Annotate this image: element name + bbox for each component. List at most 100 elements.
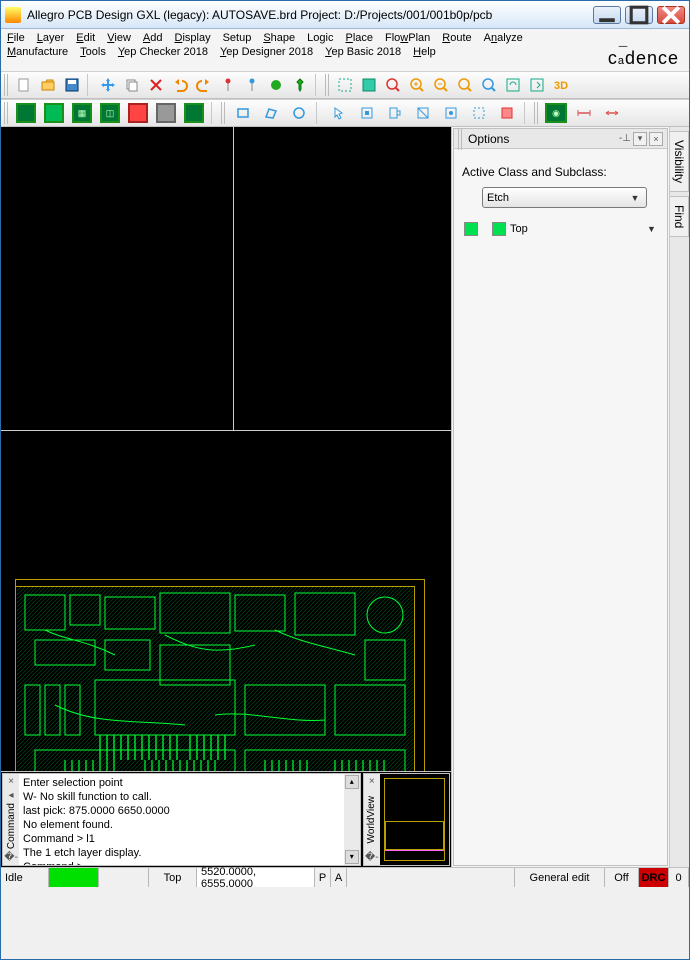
new-icon[interactable]	[13, 74, 35, 96]
pin-icon[interactable]: �-⁠	[4, 852, 18, 863]
add-circle-icon[interactable]	[286, 101, 312, 125]
edit-shape-2-icon[interactable]	[382, 101, 408, 125]
minimize-button[interactable]	[593, 6, 621, 24]
menu-manufacture[interactable]: Manufacture	[7, 45, 68, 59]
menu-yep-checker[interactable]: Yep Checker 2018	[118, 45, 208, 59]
dim-h-icon[interactable]	[571, 101, 597, 125]
toolbar-grip[interactable]	[221, 102, 226, 124]
tab-visibility[interactable]: Visibility	[670, 131, 689, 192]
zoom-window-icon[interactable]	[334, 74, 356, 96]
save-icon[interactable]	[61, 74, 83, 96]
redo-icon[interactable]	[193, 74, 215, 96]
shape-tool-7[interactable]	[181, 101, 207, 125]
toolbar-grip[interactable]	[4, 74, 9, 96]
chevron-down-icon: ▼	[628, 193, 642, 203]
subclass-dropdown[interactable]: Top ▼	[510, 223, 659, 235]
marker-green-icon[interactable]	[265, 74, 287, 96]
menu-place[interactable]: Place	[345, 31, 373, 45]
toolbar-grip[interactable]	[325, 74, 330, 96]
menu-setup[interactable]: Setup	[223, 31, 252, 45]
panel-close-icon[interactable]: ×	[649, 132, 663, 146]
menu-row-2: Manufacture Tools Yep Checker 2018 Yep D…	[7, 45, 683, 59]
undo-icon[interactable]	[169, 74, 191, 96]
command-log[interactable]: Enter selection point W- No skill functi…	[19, 774, 344, 865]
crosshair-vertical	[233, 127, 234, 430]
move-icon[interactable]	[97, 74, 119, 96]
close-button[interactable]	[657, 6, 685, 24]
add-rect-icon[interactable]	[230, 101, 256, 125]
menu-layer[interactable]: Layer	[37, 31, 65, 45]
toolbar-grip[interactable]	[534, 102, 539, 124]
status-drc[interactable]: DRC	[639, 868, 669, 887]
tab-find[interactable]: Find	[670, 196, 689, 237]
zoom-prev-icon[interactable]	[454, 74, 476, 96]
marker-red-icon[interactable]	[217, 74, 239, 96]
add-poly-icon[interactable]	[258, 101, 284, 125]
status-edit-mode[interactable]: General edit	[515, 868, 605, 887]
zoom-fit-icon[interactable]	[358, 74, 380, 96]
shape-tool-6[interactable]	[153, 101, 179, 125]
open-icon[interactable]	[37, 74, 59, 96]
pin-icon[interactable]	[289, 74, 311, 96]
menu-file[interactable]: File	[7, 31, 25, 45]
panel-grip[interactable]	[458, 128, 464, 150]
menu-flowplan[interactable]: FlowPlan	[385, 31, 430, 45]
panel-menu-icon[interactable]: ▾	[633, 132, 647, 146]
menu-edit[interactable]: Edit	[76, 31, 95, 45]
command-scrollbar[interactable]: ▴ ▾	[344, 774, 360, 865]
marker-blue-icon[interactable]	[241, 74, 263, 96]
worldview-canvas[interactable]	[380, 774, 449, 865]
select-icon[interactable]	[326, 101, 352, 125]
shape-tool-2[interactable]	[41, 101, 67, 125]
toolbar-grip[interactable]	[4, 102, 9, 124]
scroll-up-icon[interactable]: ▴	[345, 775, 359, 789]
menu-route[interactable]: Route	[442, 31, 471, 45]
status-coords[interactable]: 5520.0000, 6555.0000	[197, 868, 315, 887]
design-canvas[interactable]	[1, 127, 451, 771]
menu-shape[interactable]: Shape	[263, 31, 295, 45]
view-3d-icon[interactable]: 3D	[550, 74, 572, 96]
pin-icon[interactable]: �-⁠	[365, 852, 379, 863]
menu-help[interactable]: Help	[413, 45, 436, 59]
place-tool-icon[interactable]: ◉	[543, 101, 569, 125]
scroll-down-icon[interactable]: ▾	[345, 850, 359, 864]
edit-shape-3-icon[interactable]	[410, 101, 436, 125]
shape-tool-5[interactable]	[125, 101, 151, 125]
zoom-in-icon[interactable]	[406, 74, 428, 96]
shape-tool-3[interactable]: ▦	[69, 101, 95, 125]
copy-icon[interactable]	[121, 74, 143, 96]
close-icon[interactable]: ×	[8, 776, 14, 787]
status-layer[interactable]: Top	[149, 868, 197, 887]
delete-icon[interactable]	[145, 74, 167, 96]
menu-yep-designer[interactable]: Yep Designer 2018	[220, 45, 313, 59]
zoom-select-icon[interactable]	[478, 74, 500, 96]
visibility-swatch[interactable]	[464, 222, 478, 236]
menu-add[interactable]: Add	[143, 31, 163, 45]
status-p[interactable]: P	[315, 868, 331, 887]
edit-shape-6-icon[interactable]	[494, 101, 520, 125]
status-a[interactable]: A	[331, 868, 347, 887]
menu-display[interactable]: Display	[175, 31, 211, 45]
class-dropdown[interactable]: Etch ▼	[482, 187, 647, 208]
redraw-icon[interactable]	[502, 74, 524, 96]
close-icon[interactable]: ×	[369, 776, 375, 787]
maximize-button[interactable]	[625, 6, 653, 24]
menu-view[interactable]: View	[107, 31, 131, 45]
dim-ext-icon[interactable]	[599, 101, 625, 125]
pin-icon[interactable]: ⁠-⁠⊥	[619, 133, 631, 144]
zoom-out-icon[interactable]	[430, 74, 452, 96]
shape-tool-1[interactable]	[13, 101, 39, 125]
arrow-left-icon[interactable]: ◂	[8, 790, 13, 801]
zoom-in-red-icon[interactable]	[382, 74, 404, 96]
color-swatch[interactable]	[492, 222, 506, 236]
menu-yep-basic[interactable]: Yep Basic 2018	[325, 45, 401, 59]
edit-shape-1-icon[interactable]	[354, 101, 380, 125]
menu-analyze[interactable]: Analyze	[484, 31, 523, 45]
menu-tools[interactable]: Tools	[80, 45, 106, 59]
menu-logic[interactable]: Logic	[307, 31, 333, 45]
edit-shape-5-icon[interactable]	[466, 101, 492, 125]
edit-shape-4-icon[interactable]	[438, 101, 464, 125]
view-green-icon[interactable]	[526, 74, 548, 96]
status-drc-state[interactable]: Off	[605, 868, 639, 887]
shape-tool-4[interactable]: ◫	[97, 101, 123, 125]
